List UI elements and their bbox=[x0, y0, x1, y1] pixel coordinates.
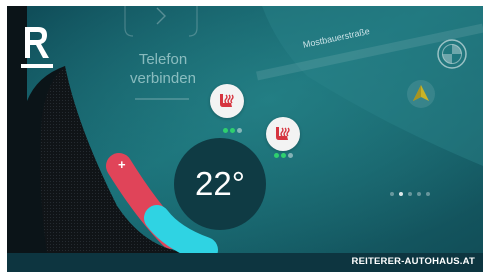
connect-phone-tile[interactable]: Telefon verbinden bbox=[113, 50, 213, 88]
seat-heating-left-level bbox=[223, 120, 245, 133]
seat-heating-left-button[interactable] bbox=[210, 84, 244, 118]
page-dot[interactable] bbox=[417, 192, 421, 196]
seat-heating-icon bbox=[276, 127, 290, 140]
level-dot bbox=[274, 153, 279, 158]
level-dot bbox=[223, 128, 228, 133]
level-dot bbox=[237, 128, 242, 133]
bmw-logo-icon bbox=[437, 39, 467, 69]
temperature-increase-button[interactable]: + bbox=[118, 157, 126, 172]
navigation-arrow-icon[interactable] bbox=[406, 79, 436, 109]
seat-heating-icon bbox=[220, 94, 234, 107]
level-dot bbox=[288, 153, 293, 158]
seat-heating-right-level bbox=[274, 145, 296, 158]
page-dot[interactable] bbox=[390, 192, 394, 196]
page-dot[interactable] bbox=[408, 192, 412, 196]
level-dot bbox=[230, 128, 235, 133]
page-dot-active[interactable] bbox=[399, 192, 403, 196]
connect-phone-label-line2: verbinden bbox=[130, 70, 196, 87]
reiterer-logo bbox=[21, 27, 53, 68]
level-dot bbox=[281, 153, 286, 158]
temperature-value: 22° bbox=[195, 165, 245, 202]
temperature-display[interactable]: 22° bbox=[174, 138, 266, 230]
page-indicator bbox=[390, 192, 434, 198]
footer-website-text: REITERER-AUTOHAUS.AT bbox=[351, 256, 475, 267]
photo-frame: Telefon verbinden Mostbauerstraße 22° + … bbox=[7, 6, 483, 272]
connect-phone-label-line1: Telefon bbox=[138, 51, 188, 68]
footer-bar: REITERER-AUTOHAUS.AT bbox=[7, 253, 483, 272]
page-dot[interactable] bbox=[426, 192, 430, 196]
